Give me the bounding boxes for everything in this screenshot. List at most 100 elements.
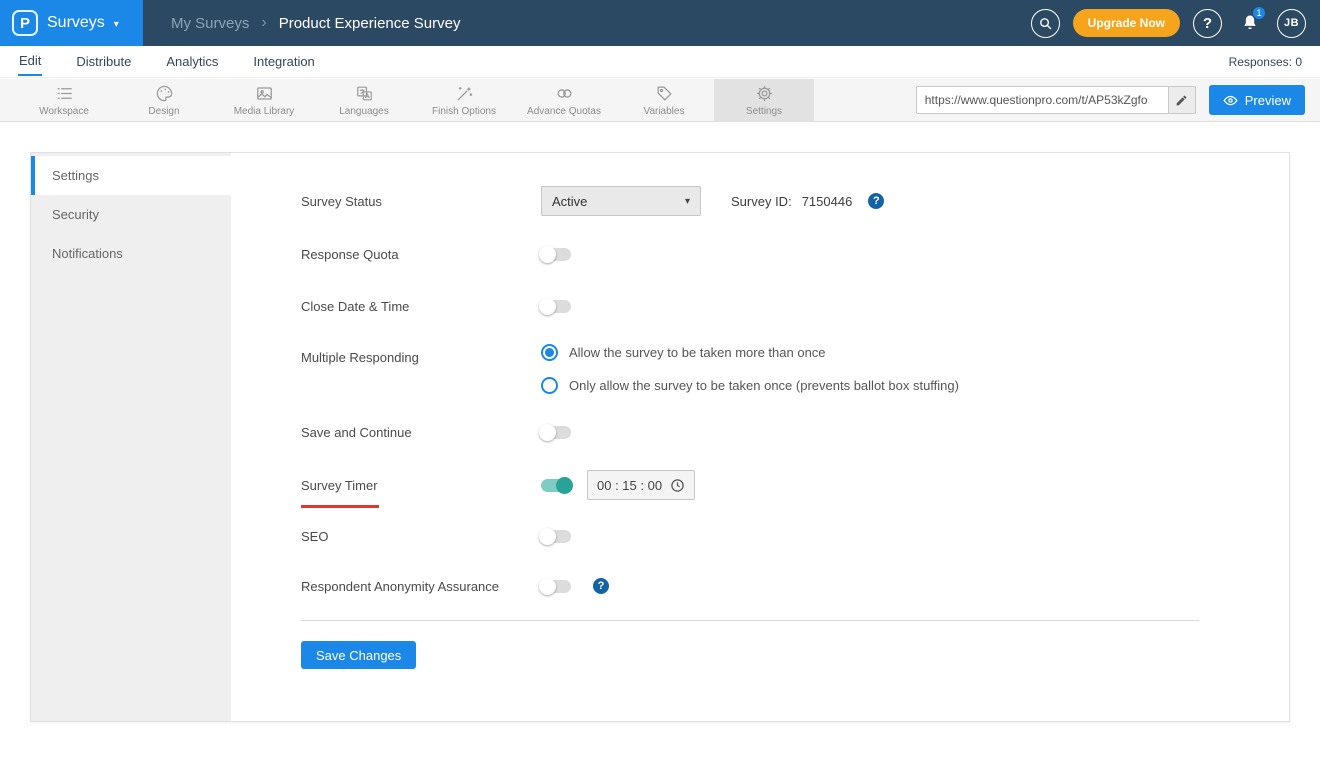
settings-sidebar: Settings Security Notifications (31, 153, 231, 721)
seo-toggle[interactable] (539, 527, 571, 545)
toolbar-item-languages[interactable]: Languages (314, 79, 414, 121)
toolbar-right: Preview (915, 79, 1320, 121)
user-avatar[interactable]: JB (1277, 8, 1306, 38)
clock-icon (670, 478, 685, 493)
app-name: Surveys (47, 14, 105, 31)
toolbar-label: Settings (745, 105, 783, 117)
radio-option-label: Allow the survey to be taken more than o… (569, 345, 826, 360)
toolbar-label: Media Library (233, 105, 295, 117)
upgrade-now-button[interactable]: Upgrade Now (1072, 9, 1180, 37)
toolbar-label: Variables (643, 105, 685, 117)
response-quota-row: Response Quota (301, 240, 1289, 268)
response-quota-label: Response Quota (301, 246, 399, 262)
settings-form: Survey Status Active ▾ Survey ID: 715044… (231, 153, 1289, 721)
breadcrumb-separator-icon: › (261, 14, 267, 31)
close-date-toggle[interactable] (539, 297, 571, 315)
survey-id-help-icon[interactable]: ? (868, 193, 885, 209)
toolbar-item-media-library[interactable]: Media Library (214, 79, 314, 121)
save-changes-button[interactable]: Save Changes (301, 641, 417, 669)
gear-icon (755, 84, 774, 103)
radio-option-once-only[interactable]: Only allow the survey to be taken once (… (541, 377, 959, 394)
tag-icon (655, 84, 674, 103)
notifications-button[interactable]: 1 (1235, 5, 1266, 38)
multiple-responding-row: Multiple Responding Allow the survey to … (301, 344, 1289, 394)
breadcrumb-my-surveys[interactable]: My Surveys (171, 15, 249, 32)
close-date-label: Close Date & Time (301, 298, 410, 314)
question-mark-icon: ? (1202, 14, 1213, 32)
wand-icon (455, 84, 474, 103)
toolbar-item-advance-quotas[interactable]: Advance Quotas (514, 79, 614, 121)
toolbar-label: Advance Quotas (527, 105, 601, 117)
surveys-app-switcher[interactable]: P Surveys ▾ (0, 0, 143, 46)
edit-url-button[interactable] (1167, 87, 1195, 113)
survey-status-label: Survey Status (301, 193, 382, 209)
links-icon (555, 84, 574, 103)
edit-toolbar: Workspace Design Media Library Languages… (0, 79, 1320, 122)
red-annotation-underline (301, 504, 379, 508)
responses-count: Responses: 0 (1228, 54, 1302, 69)
radio-option-label: Only allow the survey to be taken once (… (569, 378, 959, 393)
survey-id-value: 7150446 (801, 193, 853, 209)
toolbar-item-design[interactable]: Design (114, 79, 214, 121)
survey-url-box (915, 86, 1196, 114)
save-and-continue-row: Save and Continue (301, 418, 1289, 446)
questionpro-logo-icon: P (12, 10, 38, 36)
multiple-responding-options: Allow the survey to be taken more than o… (541, 344, 959, 394)
form-divider (301, 620, 1199, 621)
preview-button[interactable]: Preview (1208, 85, 1305, 115)
survey-timer-value: 00 : 15 : 00 (597, 477, 663, 493)
workspace-list-icon (55, 84, 74, 103)
seo-label: SEO (301, 528, 329, 544)
anonymity-help-icon[interactable]: ? (593, 578, 609, 594)
survey-timer-row: Survey Timer 00 : 15 : 00 (301, 470, 1289, 508)
tab-distribute[interactable]: Distribute (75, 48, 132, 75)
image-icon (255, 84, 274, 103)
toolbar-label: Workspace (39, 105, 89, 117)
tab-integration[interactable]: Integration (252, 48, 315, 75)
toolbar-item-finish-options[interactable]: Finish Options (414, 79, 514, 121)
breadcrumb: My Surveys › Product Experience Survey (171, 14, 460, 32)
radio-option-multiple-allowed[interactable]: Allow the survey to be taken more than o… (541, 344, 959, 361)
settings-card: Settings Security Notifications Survey S… (30, 152, 1290, 722)
toolbar-item-workspace[interactable]: Workspace (14, 79, 114, 121)
main-tabs: Edit Distribute Analytics Integration Re… (0, 46, 1320, 78)
help-button[interactable]: ? (1193, 8, 1222, 38)
save-and-continue-toggle[interactable] (539, 423, 571, 441)
survey-status-row: Survey Status Active ▾ Survey ID: 715044… (301, 186, 1289, 216)
toolbar-item-settings[interactable]: Settings (714, 79, 814, 121)
search-button[interactable] (1030, 8, 1060, 38)
sidebar-item-label: Settings (52, 168, 99, 183)
sidebar-item-settings[interactable]: Settings (31, 156, 231, 195)
save-and-continue-label: Save and Continue (301, 424, 412, 440)
tab-edit[interactable]: Edit (18, 47, 43, 76)
close-date-row: Close Date & Time (301, 292, 1289, 320)
respondent-anonymity-row: Respondent Anonymity Assurance ? (301, 572, 1289, 600)
sidebar-item-label: Security (52, 207, 99, 222)
eye-icon (1223, 93, 1238, 108)
toolbar-label: Finish Options (432, 105, 496, 117)
top-header: P Surveys ▾ My Surveys › Product Experie… (0, 0, 1320, 46)
multiple-responding-label: Multiple Responding (301, 350, 419, 365)
survey-url-input[interactable] (916, 93, 1168, 107)
toolbar-label: Languages (339, 105, 389, 117)
sidebar-item-notifications[interactable]: Notifications (31, 234, 231, 273)
translate-icon (355, 84, 374, 103)
notification-badge: 1 (1252, 5, 1266, 20)
radio-unselected-icon[interactable] (541, 377, 558, 394)
sidebar-item-label: Notifications (52, 246, 123, 261)
respondent-anonymity-toggle[interactable] (539, 577, 571, 595)
toolbar-item-variables[interactable]: Variables (614, 79, 714, 121)
survey-timer-value-box[interactable]: 00 : 15 : 00 (587, 470, 695, 500)
response-quota-toggle[interactable] (539, 245, 571, 263)
tab-analytics[interactable]: Analytics (165, 48, 219, 75)
respondent-anonymity-label: Respondent Anonymity Assurance (301, 578, 500, 594)
palette-icon (155, 84, 174, 103)
header-actions: Upgrade Now ? 1 JB (1030, 5, 1320, 38)
preview-label: Preview (1244, 92, 1291, 108)
sidebar-item-security[interactable]: Security (31, 195, 231, 234)
search-icon (1038, 16, 1053, 31)
toolbar-label: Design (148, 105, 180, 117)
survey-status-select[interactable]: Active ▾ (541, 186, 701, 216)
radio-selected-icon[interactable] (541, 344, 558, 361)
survey-timer-toggle[interactable] (541, 476, 573, 494)
